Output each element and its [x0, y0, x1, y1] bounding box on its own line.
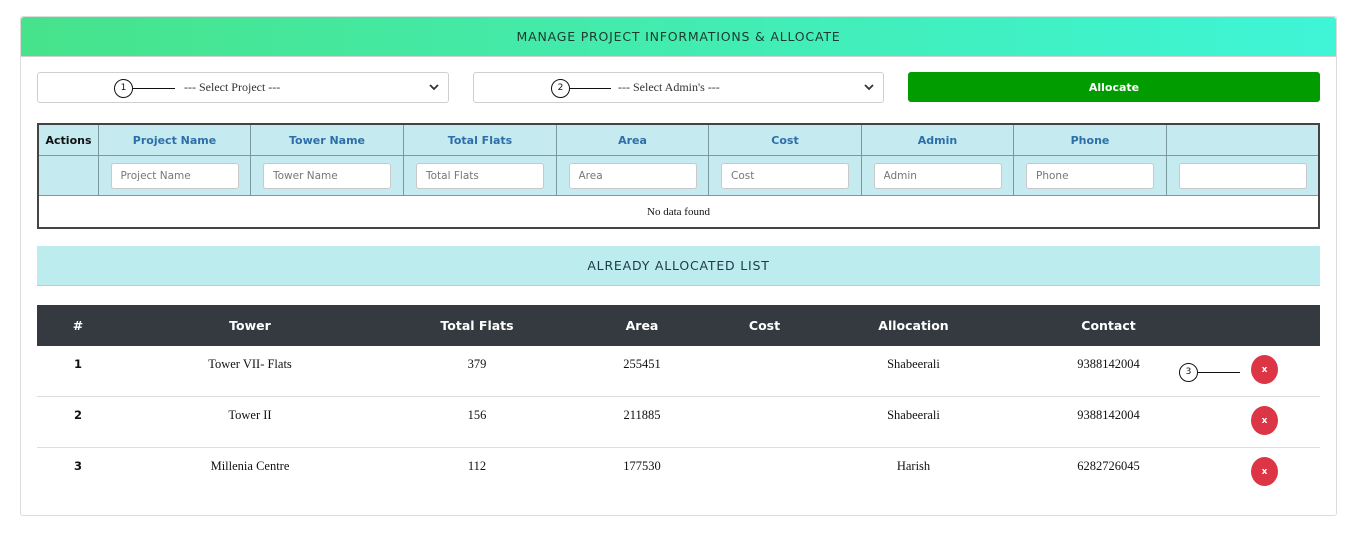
filter-cell: [709, 156, 862, 195]
row-index: 3: [73, 459, 82, 473]
row-tower: Millenia Centre: [210, 459, 290, 473]
row-cost: [711, 397, 818, 447]
row-contact: 9388142004: [1077, 408, 1140, 422]
col-tower: Tower: [229, 318, 271, 333]
page-title: MANAGE PROJECT INFORMATIONS & ALLOCATE: [21, 17, 1336, 57]
delete-button[interactable]: x: [1251, 457, 1278, 486]
row-allocation: Shabeerali: [887, 408, 940, 422]
annotation-marker-1: 1: [114, 79, 133, 98]
project-select-value: --- Select Project ---: [184, 80, 281, 94]
row-index: 1: [73, 357, 82, 371]
row-flats: 379: [467, 357, 487, 371]
filter-cell: [404, 156, 557, 195]
filter-cell: [862, 156, 1014, 195]
filter-cell-actions: [39, 156, 99, 195]
row-area: 211885: [623, 408, 661, 422]
filter-cell: [1014, 156, 1167, 195]
grid-col-phone[interactable]: Phone: [1014, 125, 1167, 155]
grid-col-area[interactable]: Area: [557, 125, 709, 155]
filter-cell: [251, 156, 404, 195]
project-grid: Actions Project Name Tower Name Total Fl…: [37, 123, 1320, 229]
grid-header-row: Actions Project Name Tower Name Total Fl…: [39, 125, 1318, 156]
admin-select-value: --- Select Admin's ---: [618, 80, 720, 94]
row-contact: 6282726045: [1077, 459, 1140, 473]
annotation-line-2: [570, 88, 611, 89]
row-cost: [711, 448, 818, 499]
row-flats: 112: [467, 459, 487, 473]
allocated-table: # Tower Total Flats Area Cost Allocation…: [37, 305, 1320, 499]
annotation-marker-3: 3: [1179, 363, 1198, 382]
allocated-header-row: # Tower Total Flats Area Cost Allocation…: [37, 305, 1320, 346]
table-row: 1 Tower VII- Flats 379 255451 Shabeerali…: [37, 346, 1320, 397]
filter-area[interactable]: [568, 162, 697, 189]
row-area: 177530: [623, 459, 661, 473]
col-cost: Cost: [748, 318, 781, 333]
annotation-marker-2: 2: [551, 79, 570, 98]
col-index: #: [72, 318, 84, 333]
grid-filter-row: [39, 156, 1318, 196]
delete-button[interactable]: x: [1251, 406, 1278, 435]
filter-project-name[interactable]: [110, 162, 239, 189]
row-tower: Tower II: [228, 408, 272, 422]
filter-tower-name[interactable]: [263, 162, 391, 189]
grid-col-cost[interactable]: Cost: [709, 125, 862, 155]
row-tower: Tower VII- Flats: [208, 357, 292, 371]
annotation-line-3: [1198, 372, 1240, 373]
filter-total-flats[interactable]: [416, 162, 544, 189]
table-row: 2 Tower II 156 211885 Shabeerali 9388142…: [37, 397, 1320, 448]
delete-button[interactable]: x: [1251, 355, 1278, 384]
col-contact: Contact: [1081, 318, 1136, 333]
allocated-section-title: ALREADY ALLOCATED LIST: [37, 246, 1320, 286]
grid-col-tower-name[interactable]: Tower Name: [251, 125, 404, 155]
row-flats: 156: [467, 408, 487, 422]
empty-message: No data found: [39, 196, 1318, 227]
chevron-down-icon: [864, 84, 874, 91]
col-total-flats: Total Flats: [440, 318, 514, 333]
grid-col-blank: [1167, 125, 1318, 155]
grid-col-project-name[interactable]: Project Name: [99, 125, 251, 155]
row-cost: [711, 346, 818, 396]
filter-admin[interactable]: [873, 162, 1002, 189]
allocation-card: MANAGE PROJECT INFORMATIONS & ALLOCATE -…: [20, 16, 1337, 516]
grid-col-total-flats[interactable]: Total Flats: [404, 125, 557, 155]
filter-cell: [1167, 156, 1318, 195]
filter-cell: [557, 156, 709, 195]
filter-cost[interactable]: [721, 162, 849, 189]
admin-select[interactable]: --- Select Admin's ---: [473, 72, 884, 103]
filter-cell: [99, 156, 251, 195]
row-area: 255451: [623, 357, 661, 371]
row-allocation: Shabeerali: [887, 357, 940, 371]
project-select[interactable]: --- Select Project ---: [37, 72, 449, 103]
filter-phone[interactable]: [1026, 162, 1154, 189]
annotation-line-1: [133, 88, 175, 89]
grid-col-actions: Actions: [39, 125, 99, 155]
allocate-button[interactable]: Allocate: [908, 72, 1320, 102]
row-index: 2: [73, 408, 82, 422]
chevron-down-icon: [429, 84, 439, 91]
row-allocation: Harish: [896, 459, 931, 473]
col-allocation: Allocation: [878, 318, 949, 333]
col-area: Area: [625, 318, 659, 333]
grid-col-admin[interactable]: Admin: [862, 125, 1014, 155]
filter-blank[interactable]: [1178, 162, 1307, 189]
table-row: 3 Millenia Centre 112 177530 Harish 6282…: [37, 448, 1320, 499]
